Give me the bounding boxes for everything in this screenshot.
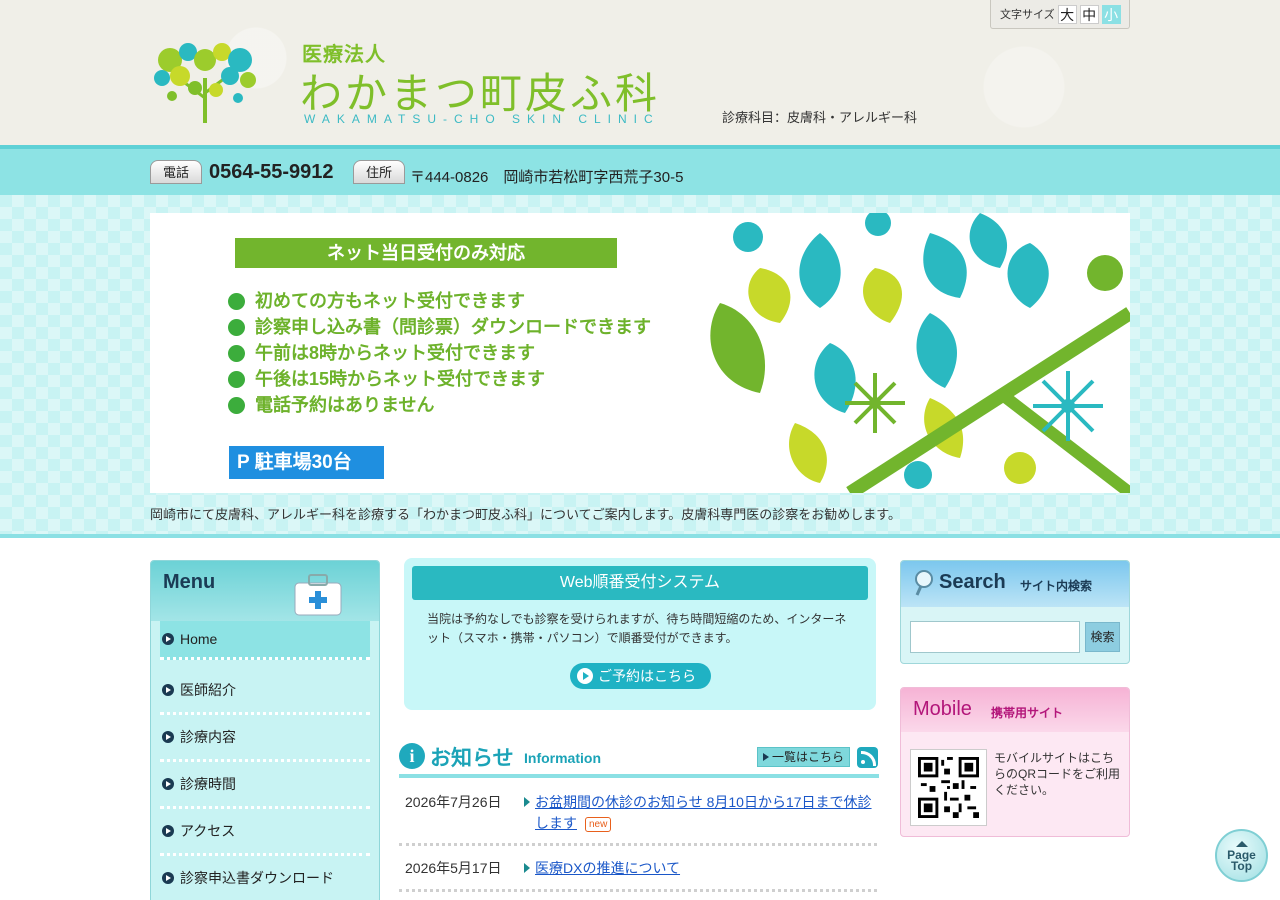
reservation-description: 当院は予約なしでも診察を受けられますが、待ち時間短縮のため、インターネット（スマ…: [427, 612, 847, 645]
banner-title: ネット当日受付のみ対応: [235, 238, 617, 268]
banner-feature-item: 午後は15時からネット受付できます: [228, 366, 651, 392]
bullet-dot-icon: [228, 344, 245, 362]
news-link[interactable]: お盆期間の休診のお知らせ 8月10日から17日まで休診します new: [535, 792, 875, 834]
search-input[interactable]: [910, 621, 1080, 653]
site-search-panel: Search サイト内検索 検索: [900, 560, 1130, 664]
mobile-description: モバイルサイトはこちらのQRコードをご利用ください。: [994, 751, 1121, 797]
first-aid-kit-icon: [294, 574, 342, 616]
magnifier-icon: [915, 570, 933, 596]
search-subtitle: サイト内検索: [1020, 579, 1093, 593]
reservation-title: Web順番受付システム: [412, 566, 868, 600]
mobile-site-panel: Mobile 携帯用サイト モバイルサイトはこちらのQRコードをご利用ください。: [900, 687, 1130, 837]
banner-feature-item: 電話予約はありません: [228, 392, 651, 418]
bullet-dot-icon: [228, 292, 245, 310]
sidebar-menu: Menu Home 医師紹介 診療内容 診療時間 アクセス 診察申込書ダウンロー…: [150, 560, 380, 900]
mobile-subtitle: 携帯用サイト: [991, 706, 1064, 720]
logo-tree-icon[interactable]: [150, 38, 260, 126]
menu-header: Menu: [151, 561, 379, 621]
leaf-pattern-illustration: [710, 213, 1130, 493]
new-badge: new: [585, 817, 612, 832]
page-top-label: Top: [1230, 859, 1253, 873]
arrow-right-icon: [162, 778, 174, 790]
arrow-right-icon: [162, 825, 174, 837]
font-size-switcher: 文字サイズ 大 中 小: [990, 0, 1130, 29]
news-date: 2026年5月17日: [405, 860, 502, 876]
main-banner: ネット当日受付のみ対応 初めての方もネット受付できます 診察申し込み書（問診票）…: [150, 213, 1130, 493]
reservation-button[interactable]: ご予約はこちら: [570, 663, 711, 689]
address-text: 〒444-0826 岡崎市若松町字西荒子30-5: [410, 169, 684, 186]
banner-feature-item: 初めての方もネット受付できます: [228, 288, 651, 314]
logo-roman-name: WAKAMATSU-CHO SKIN CLINIC: [304, 112, 660, 126]
info-icon: i: [399, 743, 425, 769]
news-title-en: Information: [524, 750, 601, 766]
rss-icon[interactable]: [857, 747, 878, 768]
menu-item-doctor[interactable]: 医師紹介: [160, 668, 370, 715]
arrow-right-icon: [524, 863, 530, 873]
parking-badge: P 駐車場30台: [229, 446, 384, 479]
font-size-medium-button[interactable]: 中: [1079, 4, 1099, 24]
search-header: Search サイト内検索: [901, 561, 1129, 607]
arrow-right-icon: [162, 872, 174, 884]
news-date: 2026年7月26日: [405, 794, 502, 810]
news-link[interactable]: 医療DXの推進について: [535, 858, 875, 879]
menu-item-home[interactable]: Home: [160, 621, 370, 660]
menu-item-hours[interactable]: 診療時間: [160, 762, 370, 809]
news-title: お知らせ: [430, 747, 514, 770]
bullet-dot-icon: [228, 370, 245, 388]
search-button[interactable]: 検索: [1085, 622, 1120, 652]
arrow-right-icon: [162, 731, 174, 743]
web-reservation-panel: Web順番受付システム 当院は予約なしでも診察を受けられますが、待ち時間短縮のた…: [404, 558, 876, 710]
font-size-large-button[interactable]: 大: [1057, 4, 1077, 24]
font-size-label: 文字サイズ: [1000, 9, 1055, 21]
banner-feature-item: 午前は8時からネット受付できます: [228, 340, 651, 366]
menu-item-download[interactable]: 診察申込書ダウンロード: [160, 856, 370, 900]
news-header: i お知らせ Information 一覧はこちら: [399, 738, 879, 778]
menu-title: Menu: [163, 571, 216, 593]
departments-text: 診療科目：皮膚科・アレルギー科: [722, 110, 918, 125]
arrow-right-icon: [524, 797, 530, 807]
news-item: 2026年7月26日 お盆期間の休診のお知らせ 8月10日から17日まで休診しま…: [399, 792, 877, 846]
mobile-header: Mobile 携帯用サイト: [901, 688, 1129, 732]
qr-code-image: [910, 749, 987, 826]
menu-item-services[interactable]: 診療内容: [160, 715, 370, 762]
menu-item-access[interactable]: アクセス: [160, 809, 370, 856]
search-title: Search: [939, 571, 1006, 593]
arrow-right-icon: [162, 633, 174, 645]
bullet-dot-icon: [228, 396, 245, 414]
menu-list: Home 医師紹介 診療内容 診療時間 アクセス 診察申込書ダウンロード: [151, 621, 379, 900]
banner-feature-list: 初めての方もネット受付できます 診察申し込み書（問診票）ダウンロードできます 午…: [228, 288, 651, 418]
intro-text: 岡崎市にて皮膚科、アレルギー科を診療する「わかまつ町皮ふ科」についてご案内します…: [150, 507, 902, 522]
phone-number: 0564-55-9912: [209, 161, 334, 183]
contact-bar: 電話 0564-55-9912 住所 〒444-0826 岡崎市若松町字西荒子3…: [0, 145, 1280, 195]
news-list-link[interactable]: 一覧はこちら: [757, 747, 850, 767]
news-item: 2026年5月17日 医療DXの推進について: [399, 858, 877, 892]
font-size-small-button[interactable]: 小: [1101, 4, 1121, 24]
mobile-title: Mobile: [913, 698, 972, 720]
qr-code-icon: [918, 757, 979, 818]
bullet-dot-icon: [228, 318, 245, 336]
page-top-button[interactable]: Page Top: [1215, 829, 1268, 882]
phone-tag: 電話: [150, 160, 202, 184]
arrow-right-icon: [162, 684, 174, 696]
arrow-up-icon: [1235, 841, 1248, 847]
banner-feature-item: 診察申し込み書（問診票）ダウンロードできます: [228, 314, 651, 340]
address-tag: 住所: [353, 160, 405, 184]
